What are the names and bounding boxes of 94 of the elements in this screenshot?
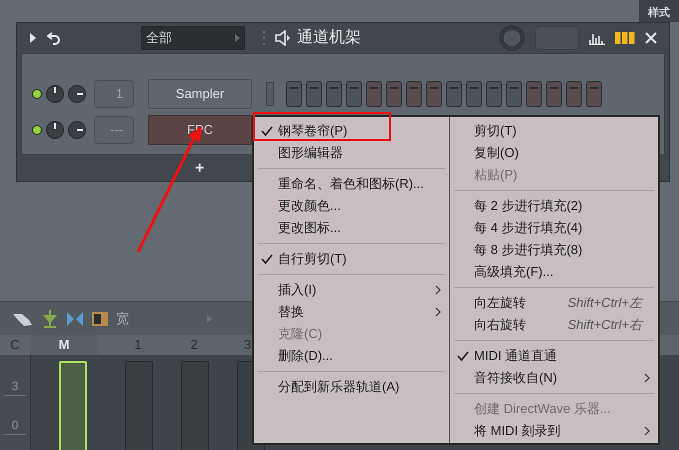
pan-knob[interactable]	[68, 121, 86, 139]
menu-item[interactable]: 音符接收自(N)	[450, 367, 658, 389]
menu-item-label: 复制(O)	[474, 144, 519, 162]
add-channel-button[interactable]: +	[195, 157, 204, 181]
step-button[interactable]	[426, 81, 442, 107]
menu-item-label: MIDI 通道直通	[474, 347, 558, 366]
menu-item-label: 创建 DirectWave 乐器...	[474, 400, 611, 418]
menu-item-label: 每 4 步进行填充(4)	[474, 219, 582, 238]
menu-item[interactable]: 剪切(T)	[450, 120, 658, 142]
menu-item[interactable]: 更改颜色...	[254, 195, 449, 217]
menu-item-label: 音符接收自(N)	[474, 369, 558, 388]
step-button[interactable]	[486, 81, 502, 107]
menu-item-label: 图形编辑器	[278, 144, 343, 162]
step-button[interactable]	[526, 81, 542, 107]
menu-item[interactable]: 复制(O)	[450, 142, 658, 164]
menu-item-label: 每 2 步进行填充(2)	[474, 197, 582, 216]
step-button[interactable]	[466, 81, 482, 107]
shortcut-label: Shift+Ctrl+右	[568, 316, 642, 334]
menu-item-label: 剪切(T)	[474, 122, 517, 140]
menu-item-label: 将 MIDI 刻录到	[474, 422, 561, 440]
step-view-icon[interactable]	[615, 31, 635, 45]
menu-item-label: 重命名、着色和图标(R)...	[278, 175, 424, 194]
menu-item-label: 钢琴卷帘(P)	[278, 122, 348, 140]
dropdown-arrow-icon	[235, 34, 240, 42]
step-button[interactable]	[566, 81, 582, 107]
menu-item[interactable]: 插入(I)	[254, 279, 449, 301]
menu-item[interactable]: 每 4 步进行填充(4)	[450, 217, 658, 239]
channel-name-button[interactable]: Sampler	[148, 79, 252, 109]
menu-item[interactable]: 向左旋转 Shift+Ctrl+左	[450, 292, 658, 314]
menu-item-label: 向左旋转	[474, 294, 526, 312]
step-button[interactable]	[346, 81, 362, 107]
speaker-icon[interactable]	[275, 30, 291, 46]
menu-item[interactable]: 替换	[254, 301, 449, 323]
filter-dropdown[interactable]: 全部	[141, 26, 245, 50]
menu-item-label: 分配到新乐器轨道(A)	[278, 378, 400, 396]
step-button[interactable]	[506, 81, 522, 107]
menu-item-label: 自行剪切(T)	[278, 250, 347, 268]
play-arrow-icon[interactable]	[29, 33, 37, 43]
menu-item-label: 插入(I)	[278, 281, 316, 300]
menu-item-label: 每 8 步进行填充(8)	[474, 241, 582, 260]
step-button[interactable]	[366, 81, 382, 107]
step-button[interactable]	[286, 81, 302, 107]
check-icon	[261, 254, 273, 264]
menu-item[interactable]: 分配到新乐器轨道(A)	[254, 376, 449, 398]
track-header[interactable]: M	[30, 335, 98, 355]
selection-bar[interactable]	[266, 82, 274, 106]
menu-item[interactable]: 每 8 步进行填充(8)	[450, 239, 658, 261]
volume-knob[interactable]	[46, 121, 64, 139]
menu-item[interactable]: 每 2 步进行填充(2)	[450, 195, 658, 217]
menu-item[interactable]: 重命名、着色和图标(R)...	[254, 173, 449, 195]
menu-item[interactable]: MIDI 通道直通	[450, 345, 658, 367]
step-button[interactable]	[326, 81, 342, 107]
menu-item-label: 粘贴(P)	[474, 166, 518, 184]
menu-item[interactable]: 图形编辑器	[254, 142, 449, 164]
panel-icon[interactable]	[92, 312, 108, 326]
window-title: 通道机架	[297, 28, 361, 48]
step-button[interactable]	[386, 81, 402, 107]
undo-icon[interactable]	[47, 31, 61, 45]
menu-item-label: 高级填充(F)...	[474, 263, 554, 282]
menu-item-label: 向右旋转	[474, 316, 526, 334]
close-icon[interactable]	[645, 32, 657, 44]
step-button[interactable]	[406, 81, 422, 107]
step-button[interactable]	[446, 81, 462, 107]
pan-knob[interactable]	[68, 85, 86, 103]
check-icon	[457, 351, 469, 361]
menu-item[interactable]: 自行剪切(T)	[254, 248, 449, 270]
menu-item[interactable]: 高级填充(F)...	[450, 261, 658, 283]
menu-item-label: 删除(D)...	[278, 347, 333, 366]
bowtie-icon[interactable]	[66, 310, 84, 326]
corner-label[interactable]: 样式	[639, 0, 679, 22]
volume-knob[interactable]	[46, 85, 64, 103]
graph-icon[interactable]	[589, 31, 605, 45]
menu-item-label: 更改图标...	[278, 219, 341, 238]
menu-item-label: 替换	[278, 303, 304, 322]
menu-item[interactable]: 钢琴卷帘(P)	[254, 120, 449, 142]
menu-item-label: 克隆(C)	[278, 325, 322, 344]
check-icon	[261, 126, 273, 136]
menu-item[interactable]: 删除(D)...	[254, 345, 449, 367]
led-indicator[interactable]	[32, 89, 42, 99]
swing-knob[interactable]	[499, 25, 525, 51]
menu-item[interactable]: 将 MIDI 刻录到	[450, 420, 658, 442]
width-label: 宽	[116, 310, 129, 328]
step-button[interactable]	[586, 81, 602, 107]
scale-label: 0	[4, 416, 26, 435]
scale-label: 3	[4, 377, 26, 396]
menu-item-label: 更改颜色...	[278, 197, 341, 216]
scroll-arrow-icon[interactable]	[207, 314, 212, 322]
menu-item[interactable]: 更改图标...	[254, 217, 449, 239]
shortcut-label: Shift+Ctrl+左	[568, 294, 642, 312]
step-button[interactable]	[546, 81, 562, 107]
menu-item[interactable]: 向右旋转 Shift+Ctrl+右	[450, 314, 658, 336]
pin-icon[interactable]	[42, 310, 58, 328]
step-button[interactable]	[306, 81, 322, 107]
led-indicator[interactable]	[32, 125, 42, 135]
